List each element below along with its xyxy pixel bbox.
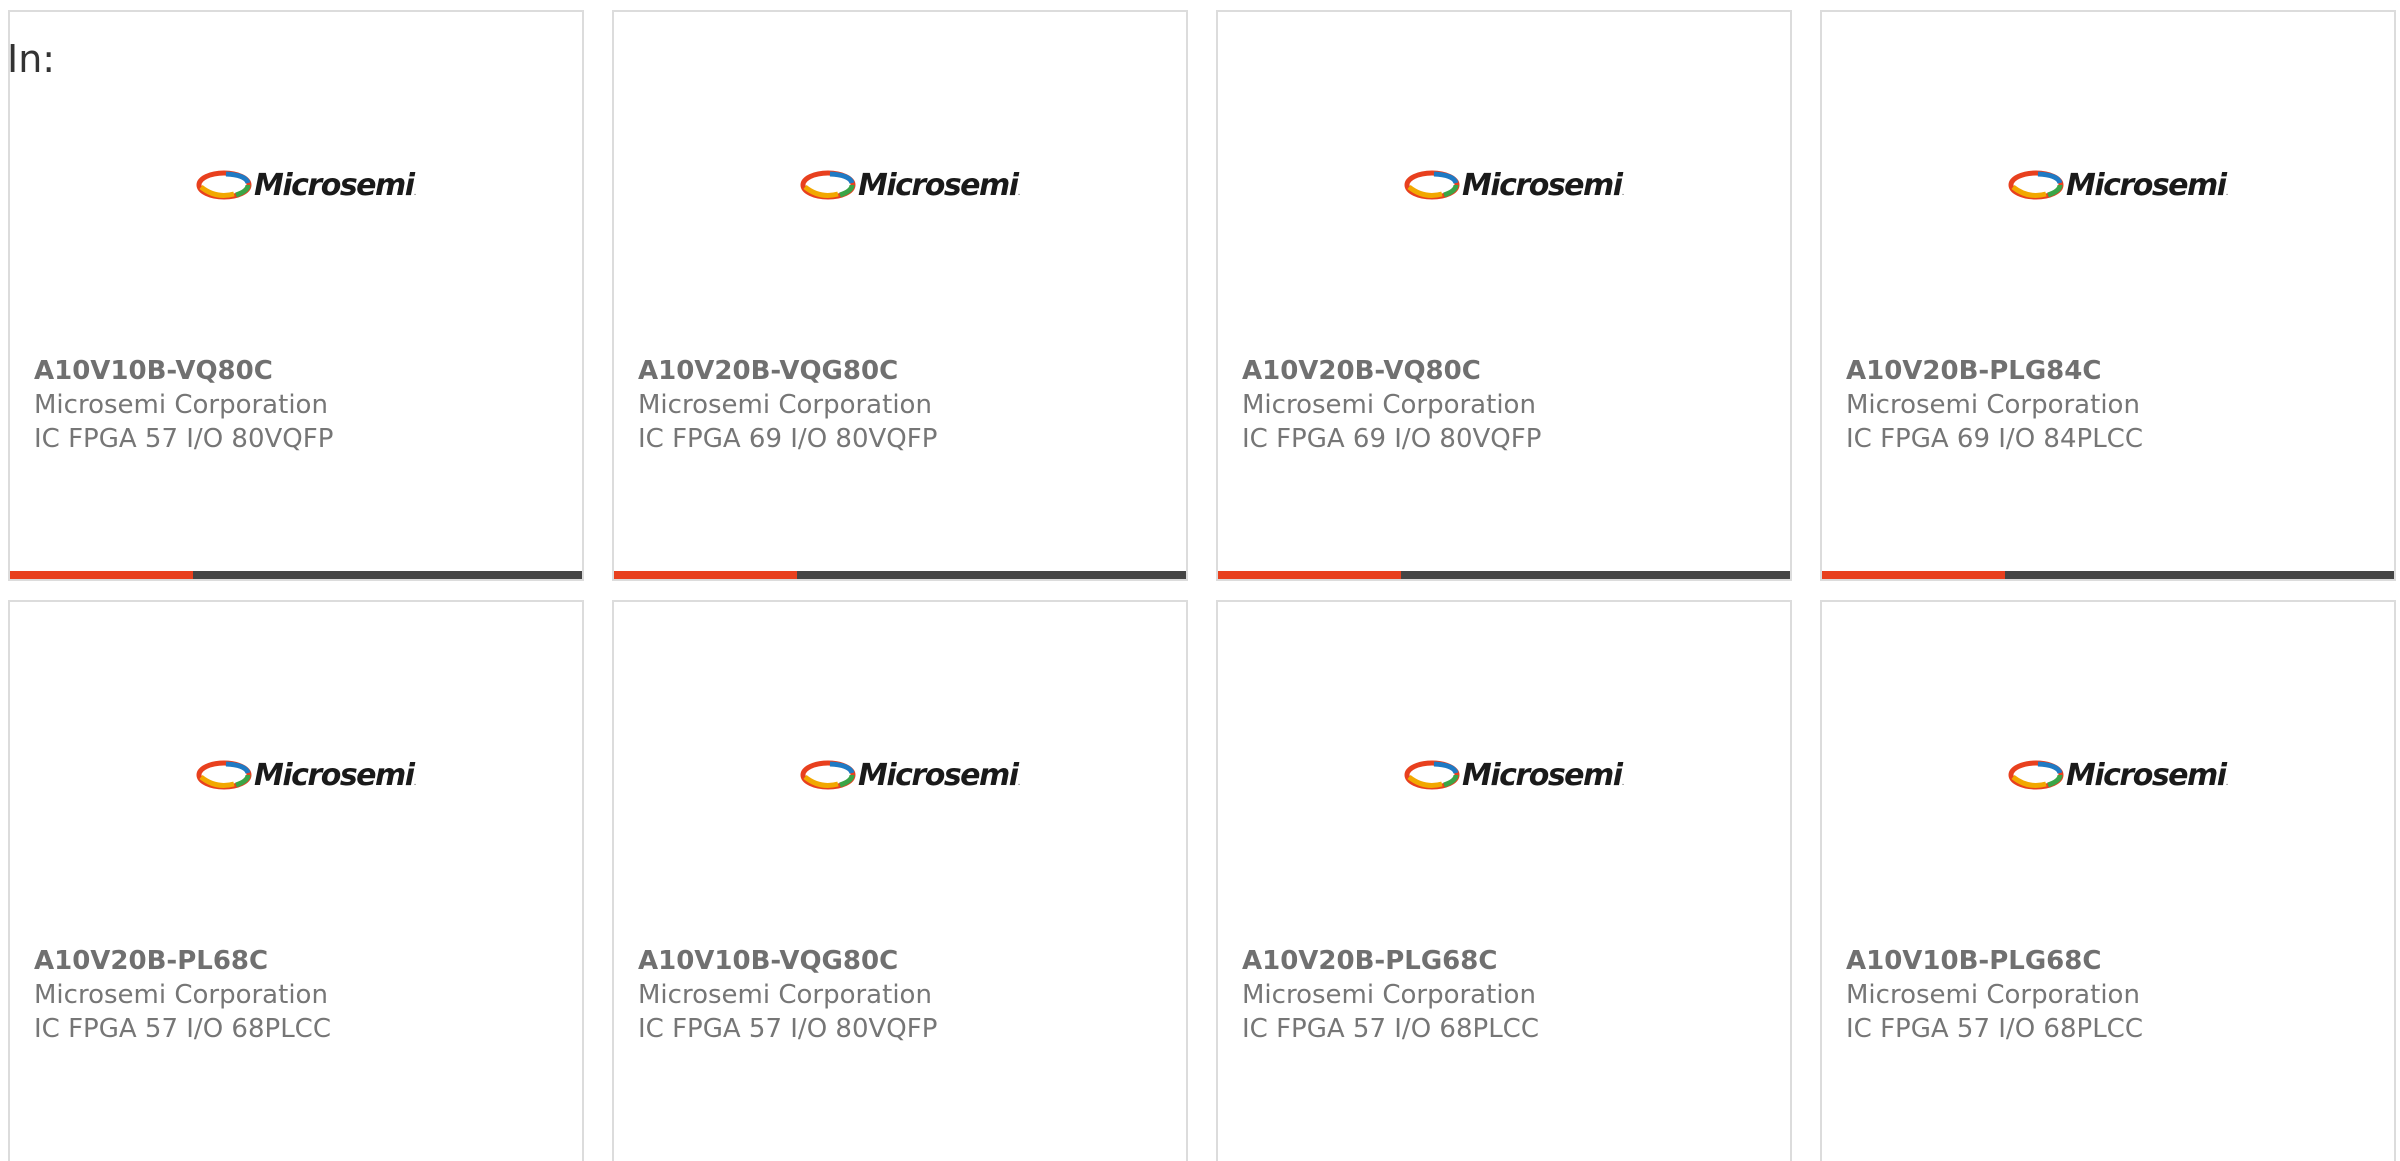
product-card[interactable]: Microsemi. A10V20B-PLG84C Microsemi Corp…: [1820, 10, 2396, 581]
product-card[interactable]: Microsemi. A10V20B-VQ80C Microsemi Corpo…: [1216, 10, 1792, 581]
part-number[interactable]: A10V20B-PL68C: [34, 944, 331, 978]
manufacturer-logo: Microsemi.: [800, 164, 1020, 206]
trademark-dot: .: [1017, 778, 1021, 788]
product-description: IC FPGA 57 I/O 80VQFP: [34, 424, 334, 454]
progress-bar-fill: [10, 571, 194, 579]
product-description: IC FPGA 57 I/O 68PLCC: [34, 1014, 331, 1044]
product-grid: Microsemi. A10V10B-VQ80C Microsemi Corpo…: [8, 10, 2400, 1161]
trademark-dot: .: [2225, 188, 2229, 198]
manufacturer-logo: Microsemi.: [1404, 754, 1624, 796]
product-description: IC FPGA 69 I/O 84PLCC: [1846, 424, 2143, 454]
part-number[interactable]: A10V10B-VQG80C: [638, 944, 937, 978]
manufacturer-name: Microsemi Corporation: [34, 390, 328, 420]
manufacturer-name: Microsemi Corporation: [1846, 980, 2140, 1010]
product-card[interactable]: Microsemi. A10V10B-VQG80C Microsemi Corp…: [612, 600, 1188, 1161]
product-info: A10V10B-VQG80C Microsemi Corporation IC …: [638, 944, 937, 1046]
product-info: A10V10B-VQ80C Microsemi Corporation IC F…: [34, 354, 333, 456]
product-description: IC FPGA 69 I/O 80VQFP: [1242, 424, 1542, 454]
microsemi-logo-icon: [1404, 760, 1460, 790]
manufacturer-logo: Microsemi.: [196, 754, 416, 796]
manufacturer-logo: Microsemi.: [2008, 754, 2228, 796]
progress-bar-fill: [1822, 571, 2006, 579]
product-info: A10V20B-PLG68C Microsemi Corporation IC …: [1242, 944, 1539, 1046]
microsemi-logo-icon: [1404, 170, 1460, 200]
microsemi-logo-icon: [2008, 170, 2064, 200]
progress-bar: [1218, 571, 1790, 579]
product-description: IC FPGA 57 I/O 68PLCC: [1242, 1014, 1539, 1044]
product-info: A10V10B-PLG68C Microsemi Corporation IC …: [1846, 944, 2143, 1046]
manufacturer-logo: Microsemi.: [1404, 164, 1624, 206]
progress-bar: [1822, 571, 2394, 579]
manufacturer-name: Microsemi Corporation: [638, 390, 932, 420]
part-number[interactable]: A10V10B-VQ80C: [34, 354, 333, 388]
part-number[interactable]: A10V20B-VQG80C: [638, 354, 937, 388]
product-card[interactable]: Microsemi. A10V10B-VQ80C Microsemi Corpo…: [8, 10, 584, 581]
manufacturer-name: Microsemi Corporation: [34, 980, 328, 1010]
product-description: IC FPGA 57 I/O 68PLCC: [1846, 1014, 2143, 1044]
trademark-dot: .: [413, 778, 417, 788]
part-number[interactable]: A10V20B-VQ80C: [1242, 354, 1541, 388]
product-description: IC FPGA 57 I/O 80VQFP: [638, 1014, 938, 1044]
microsemi-logo-icon: [800, 760, 856, 790]
manufacturer-name: Microsemi Corporation: [1242, 390, 1536, 420]
trademark-dot: .: [1621, 188, 1625, 198]
progress-bar: [614, 571, 1186, 579]
microsemi-logo-icon: [800, 170, 856, 200]
product-card[interactable]: Microsemi. A10V10B-PLG68C Microsemi Corp…: [1820, 600, 2396, 1161]
manufacturer-name: Microsemi Corporation: [1242, 980, 1536, 1010]
part-number[interactable]: A10V20B-PLG84C: [1846, 354, 2143, 388]
product-info: A10V20B-PLG84C Microsemi Corporation IC …: [1846, 354, 2143, 456]
product-card[interactable]: Microsemi. A10V20B-PL68C Microsemi Corpo…: [8, 600, 584, 1161]
part-number[interactable]: A10V10B-PLG68C: [1846, 944, 2143, 978]
manufacturer-name: Microsemi Corporation: [1846, 390, 2140, 420]
product-info: A10V20B-PL68C Microsemi Corporation IC F…: [34, 944, 331, 1046]
product-card[interactable]: Microsemi. A10V20B-PLG68C Microsemi Corp…: [1216, 600, 1792, 1161]
logo-wordmark: Microsemi: [2066, 167, 2227, 203]
trademark-dot: .: [413, 188, 417, 198]
trademark-dot: .: [2225, 778, 2229, 788]
trademark-dot: .: [1621, 778, 1625, 788]
manufacturer-name: Microsemi Corporation: [638, 980, 932, 1010]
logo-wordmark: Microsemi: [254, 757, 415, 793]
logo-wordmark: Microsemi: [1462, 167, 1623, 203]
product-grid-page: In: Microsemi. A10V10B-VQ80C Microsemi C…: [0, 0, 2400, 1161]
trademark-dot: .: [1017, 188, 1021, 198]
logo-wordmark: Microsemi: [858, 167, 1019, 203]
logo-wordmark: Microsemi: [254, 167, 415, 203]
product-description: IC FPGA 69 I/O 80VQFP: [638, 424, 938, 454]
microsemi-logo-icon: [2008, 760, 2064, 790]
microsemi-logo-icon: [196, 170, 252, 200]
product-card[interactable]: Microsemi. A10V20B-VQG80C Microsemi Corp…: [612, 10, 1188, 581]
microsemi-logo-icon: [196, 760, 252, 790]
product-info: A10V20B-VQ80C Microsemi Corporation IC F…: [1242, 354, 1541, 456]
manufacturer-logo: Microsemi.: [196, 164, 416, 206]
filter-in-label: In:: [7, 37, 56, 81]
manufacturer-logo: Microsemi.: [800, 754, 1020, 796]
manufacturer-logo: Microsemi.: [2008, 164, 2228, 206]
progress-bar: [10, 571, 582, 579]
logo-wordmark: Microsemi: [2066, 757, 2227, 793]
progress-bar-fill: [614, 571, 798, 579]
progress-bar-fill: [1218, 571, 1402, 579]
product-info: A10V20B-VQG80C Microsemi Corporation IC …: [638, 354, 937, 456]
logo-wordmark: Microsemi: [858, 757, 1019, 793]
logo-wordmark: Microsemi: [1462, 757, 1623, 793]
part-number[interactable]: A10V20B-PLG68C: [1242, 944, 1539, 978]
